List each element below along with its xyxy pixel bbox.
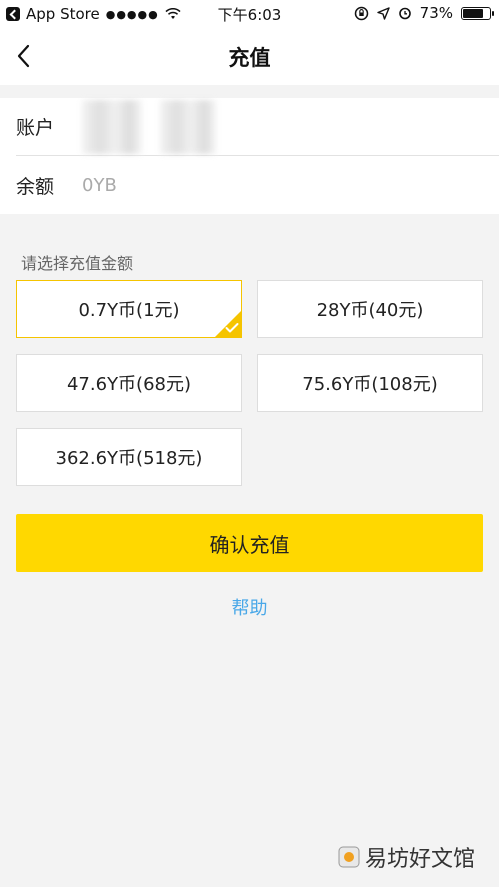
amount-option-label: 28Y币(40元)	[316, 300, 424, 321]
watermark: 易坊好文馆	[337, 841, 475, 873]
confirm-recharge-button[interactable]: 确认充值	[16, 514, 483, 572]
account-row: 账户	[16, 98, 499, 156]
alarm-icon	[398, 7, 411, 20]
account-card: 账户 余额 0YB	[0, 98, 499, 214]
battery-percent: 73%	[419, 4, 453, 22]
amount-section-label: 请选择充值金额	[21, 254, 134, 273]
rotation-lock-icon	[354, 6, 368, 20]
account-value-redacted-2	[160, 99, 216, 154]
battery-level	[463, 8, 484, 18]
watermark-logo-icon	[338, 846, 360, 868]
location-icon	[376, 6, 390, 20]
amount-option[interactable]: 28Y币(40元)	[257, 280, 483, 338]
amount-option-label: 362.6Y币(518元)	[55, 448, 203, 469]
balance-value: 0YB	[82, 174, 117, 196]
battery-icon	[461, 6, 494, 20]
help-link[interactable]: 帮助	[0, 594, 499, 620]
account-value-redacted	[82, 99, 142, 154]
balance-label: 余额	[16, 175, 55, 198]
watermark-text: 易坊好文馆	[364, 847, 475, 872]
balance-row: 余额 0YB	[16, 156, 499, 214]
amount-option-label: 0.7Y币(1元)	[78, 300, 180, 321]
status-bar: App Store ●●●●● 下午6:03 73%	[0, 0, 499, 28]
nav-bar: 充值	[0, 28, 499, 85]
amount-option[interactable]: 75.6Y币(108元)	[257, 354, 483, 412]
account-label: 账户	[16, 117, 55, 139]
amount-option[interactable]: 362.6Y币(518元)	[16, 428, 242, 486]
page-title: 充值	[228, 46, 271, 70]
checkmark-icon	[225, 323, 239, 333]
amount-option-label: 47.6Y币(68元)	[66, 374, 192, 395]
status-right: 73%	[354, 4, 494, 22]
amount-option[interactable]: 0.7Y币(1元)	[16, 280, 242, 338]
amount-option-label: 75.6Y币(108元)	[302, 374, 438, 395]
amount-option[interactable]: 47.6Y币(68元)	[16, 354, 242, 412]
